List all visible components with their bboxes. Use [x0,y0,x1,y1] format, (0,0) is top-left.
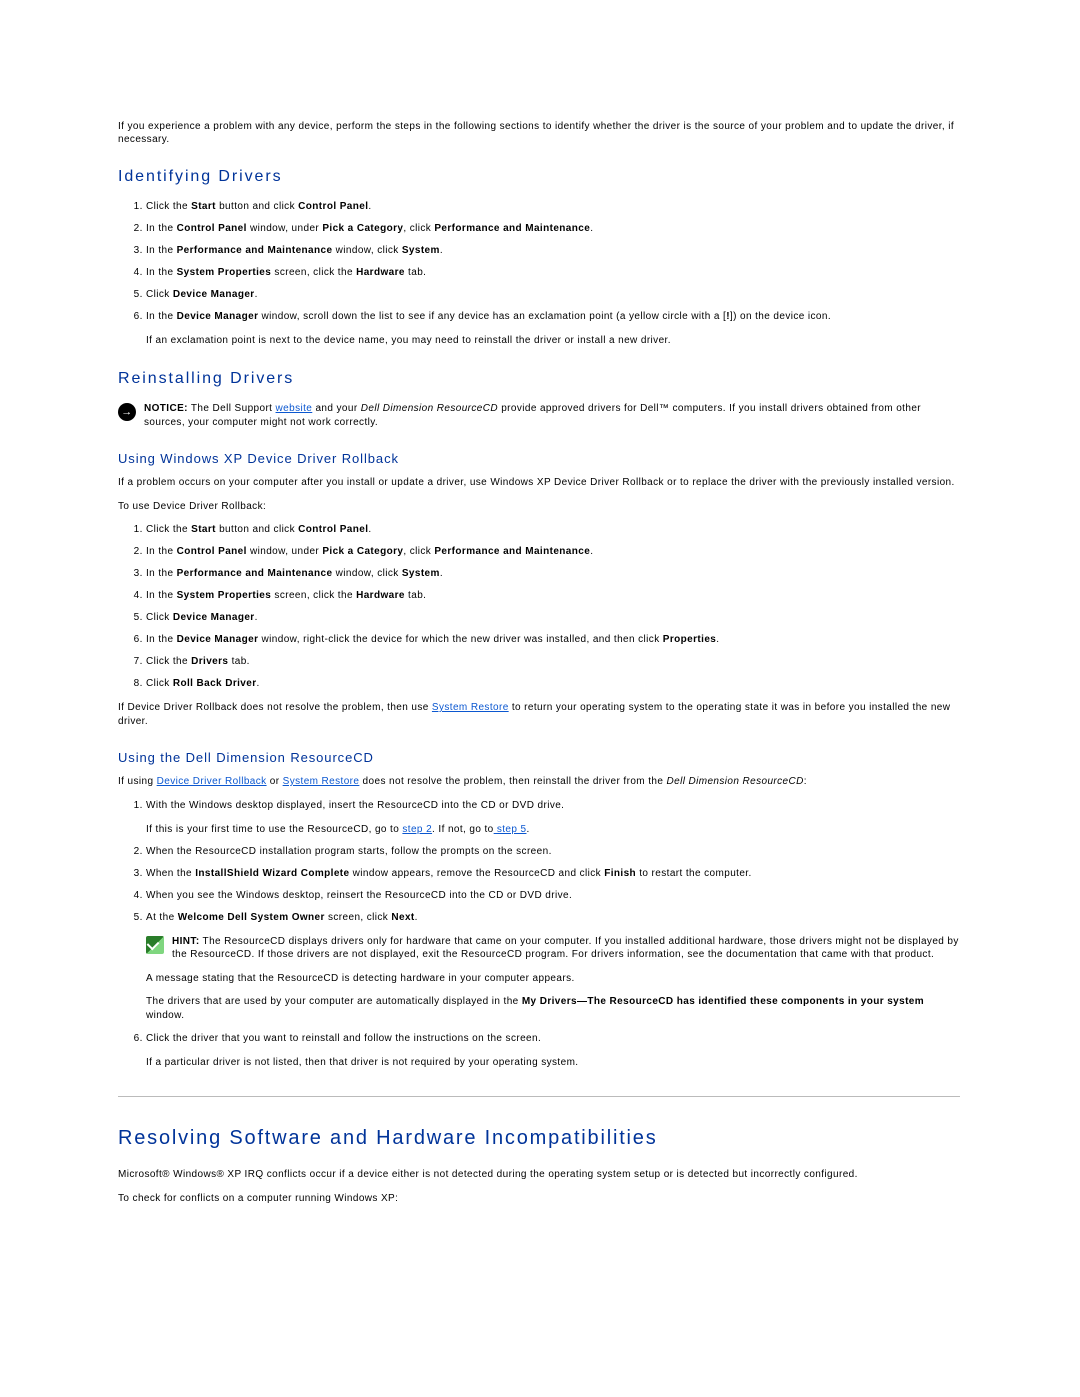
heading-resolving-incompatibilities: Resolving Software and Hardware Incompat… [118,1127,960,1150]
resourcecd-steps-list-cont: Click the driver that you want to reinst… [118,1032,960,1070]
list-item: In the Performance and Maintenance windo… [146,244,960,258]
list-item: In the Control Panel window, under Pick … [146,545,960,559]
intro-paragraph: If you experience a problem with any dev… [118,120,960,146]
list-item: Click Device Manager. [146,288,960,302]
list-item: Click the Drivers tab. [146,655,960,669]
website-link[interactable]: website [276,403,313,414]
rollback-steps-list: Click the Start button and click Control… [118,523,960,691]
rollback-touse: To use Device Driver Rollback: [118,500,960,514]
list-item-followup: If an exclamation point is next to the d… [146,334,960,348]
list-item: In the Control Panel window, under Pick … [146,222,960,236]
list-item: In the Device Manager window, scroll dow… [146,310,960,348]
section-divider [118,1096,960,1097]
resolve-paragraph-1: Microsoft® Windows® XP IRQ conflicts occ… [118,1168,960,1182]
heading-reinstalling-drivers: Reinstalling Drivers [118,370,960,388]
resourcecd-steps-list: With the Windows desktop displayed, inse… [118,799,960,925]
list-item: Click Device Manager. [146,611,960,625]
list-item: Click Roll Back Driver. [146,677,960,691]
heading-rollback: Using Windows XP Device Driver Rollback [118,451,960,466]
hint-block: HINT: The ResourceCD displays drivers on… [118,935,960,962]
device-driver-rollback-link[interactable]: Device Driver Rollback [157,776,267,787]
identifying-steps-list: Click the Start button and click Control… [118,200,960,348]
system-restore-link[interactable]: System Restore [432,702,509,713]
list-item: In the Performance and Maintenance windo… [146,567,960,581]
hint-icon [146,936,164,954]
resolve-paragraph-2: To check for conflicts on a computer run… [118,1192,960,1206]
step2-link[interactable]: step 2 [402,824,432,835]
list-item: When the InstallShield Wizard Complete w… [146,867,960,881]
list-item: In the System Properties screen, click t… [146,589,960,603]
list-item: Click the Start button and click Control… [146,200,960,214]
list-item: When you see the Windows desktop, reinse… [146,889,960,903]
list-item: At the Welcome Dell System Owner screen,… [146,911,960,925]
list-item: When the ResourceCD installation program… [146,845,960,859]
list-item: With the Windows desktop displayed, inse… [146,799,960,837]
hint-text: HINT: The ResourceCD displays drivers on… [172,935,960,962]
list-item: Click the driver that you want to reinst… [146,1032,960,1070]
notice-icon: → [118,403,136,421]
notice-text: NOTICE: The Dell Support website and you… [144,402,960,429]
notice-block: → NOTICE: The Dell Support website and y… [118,402,960,429]
resourcecd-intro: If using Device Driver Rollback or Syste… [118,775,960,789]
heading-identifying-drivers: Identifying Drivers [118,168,960,186]
list-item: In the System Properties screen, click t… [146,266,960,280]
heading-resourcecd: Using the Dell Dimension ResourceCD [118,750,960,765]
step5-link[interactable]: step 5 [494,824,527,835]
rollback-intro: If a problem occurs on your computer aft… [118,476,960,490]
resourcecd-after-1: A message stating that the ResourceCD is… [146,972,960,986]
resourcecd-after-2: The drivers that are used by your comput… [146,995,960,1022]
system-restore-link-2[interactable]: System Restore [283,776,360,787]
list-item: Click the Start button and click Control… [146,523,960,537]
rollback-tail: If Device Driver Rollback does not resol… [118,701,960,728]
list-item: In the Device Manager window, right-clic… [146,633,960,647]
